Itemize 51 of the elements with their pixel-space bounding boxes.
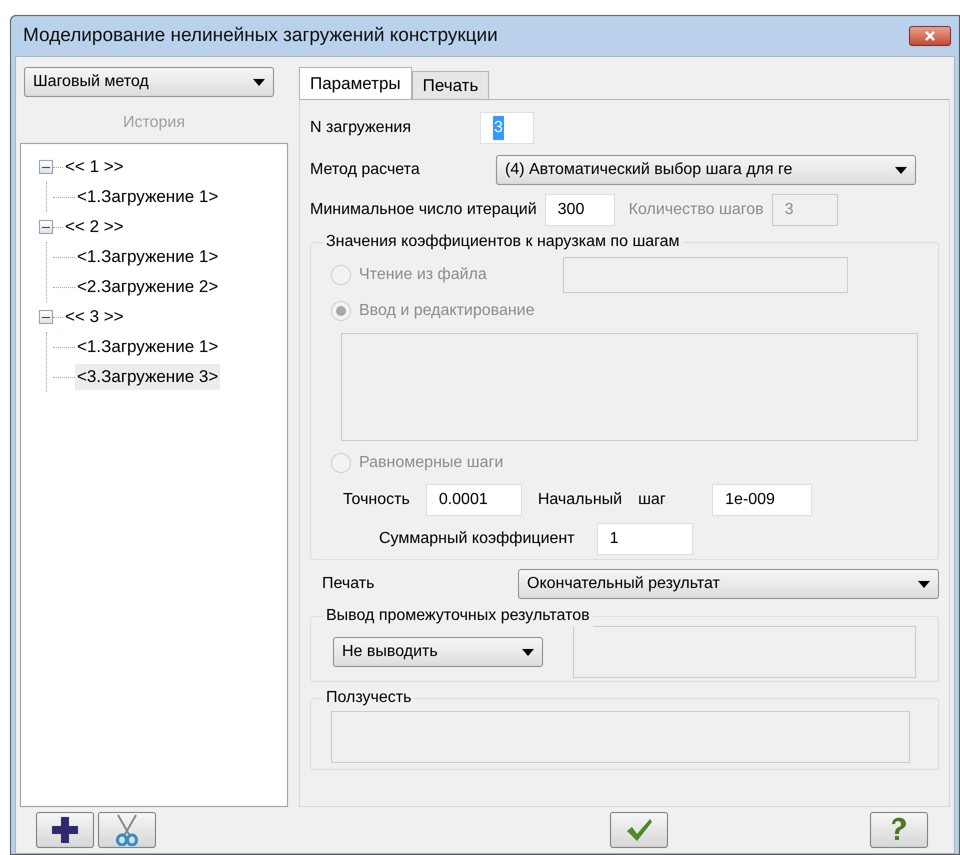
help-button[interactable] — [870, 812, 928, 848]
file-field[interactable] — [563, 257, 848, 293]
caret-icon — [253, 78, 265, 86]
dropdown[interactable]: Окончательный результат — [518, 569, 939, 599]
field-label: Печать — [321, 574, 376, 594]
cut-button[interactable] — [98, 812, 156, 848]
tree-item[interactable]: << 1 >> — [63, 154, 126, 180]
field-label: шаг — [638, 490, 667, 510]
tree-item[interactable]: <1.Загружение 1> — [75, 184, 220, 210]
dropdown[interactable]: Не выводить — [333, 637, 543, 667]
field-label: Метод расчета — [310, 160, 421, 180]
field-label: Минимальное число итераций — [310, 200, 537, 220]
close-button[interactable] — [909, 26, 951, 46]
output-field[interactable] — [573, 626, 916, 678]
radio-label: Ввод и редактирование — [359, 301, 535, 321]
checkmark-icon — [625, 818, 653, 842]
question-icon — [890, 817, 908, 843]
input-field[interactable]: 1 — [596, 523, 693, 555]
radio-label: Равномерные шаги — [359, 453, 504, 473]
caret-icon — [522, 648, 534, 656]
caret-icon — [918, 580, 930, 588]
history-label: История — [122, 113, 186, 133]
plus-icon — [51, 816, 79, 844]
collapse-icon[interactable] — [39, 160, 53, 174]
ok-button[interactable] — [610, 812, 668, 848]
input-field[interactable]: 300 — [544, 194, 615, 226]
creep-field[interactable] — [331, 711, 910, 763]
tree-item[interactable]: <1.Загружение 1> — [75, 334, 220, 360]
radio-label: Чтение из файла — [359, 265, 487, 285]
field-label: N загружения — [310, 118, 412, 138]
window-title: Моделирование нелинейных загружений конструкции — [23, 24, 498, 48]
field-label: Суммарный коэффициент — [379, 529, 575, 549]
dropdown[interactable]: Шаговый метод — [24, 67, 274, 97]
caret-icon — [895, 166, 907, 174]
tab[interactable]: Печать — [412, 71, 490, 99]
tree-item[interactable]: <1.Загружение 1> — [75, 244, 220, 270]
input-field[interactable]: 1e-009 — [712, 484, 812, 516]
tree-item[interactable]: <2.Загружение 2> — [75, 274, 220, 300]
field-label: Начальный — [538, 490, 622, 510]
field-label: Точность — [343, 490, 410, 510]
tree-item[interactable]: << 2 >> — [63, 214, 126, 240]
field-label: Количество шагов — [628, 200, 764, 220]
collapse-icon[interactable] — [39, 310, 53, 324]
tree-item[interactable]: <3.Загружение 3> — [75, 364, 220, 390]
collapse-icon[interactable] — [39, 220, 53, 234]
close-icon — [925, 31, 935, 41]
input-field[interactable]: 0.0001 — [426, 484, 522, 516]
add-button[interactable] — [36, 812, 94, 848]
tree-item[interactable]: << 3 >> — [63, 304, 126, 330]
dropdown[interactable]: (4) Автоматический выбор шага для ге — [496, 155, 916, 185]
tab[interactable]: Параметры — [299, 67, 412, 99]
